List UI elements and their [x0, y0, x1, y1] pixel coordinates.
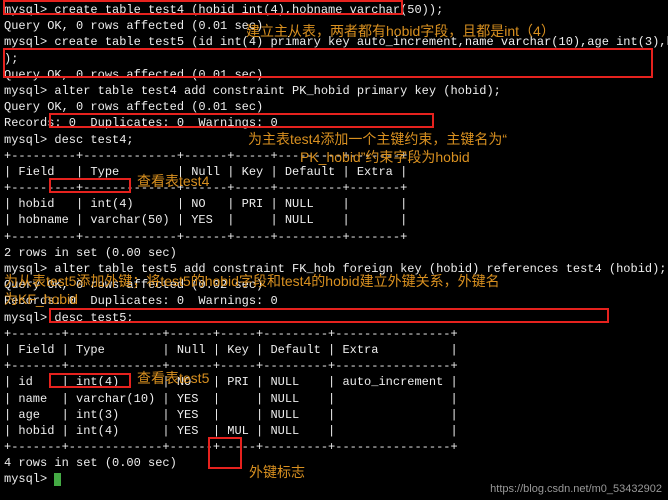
annotation-text: 查看表test5 [137, 369, 209, 388]
terminal-line: | hobid | int(4) | YES | MUL | NULL | | [4, 423, 664, 439]
terminal-line: +-------+-------------+------+-----+----… [4, 326, 664, 342]
terminal-line: 4 rows in set (0.00 sec) [4, 455, 664, 471]
terminal-line: Query OK, 0 rows affected (0.01 sec) [4, 67, 664, 83]
terminal-line: +---------+-------------+------+-----+--… [4, 229, 664, 245]
cursor-icon [54, 473, 61, 486]
terminal-line: | age | int(3) | YES | | NULL | | [4, 407, 664, 423]
annotation-text: 为主表test4添加一个主键约束，主键名为“ [248, 130, 507, 149]
annotation-text: PK_hobid”约束字段为hobid [300, 148, 470, 167]
terminal-line: mysql> desc test5; [4, 310, 664, 326]
annotation-text: 外键标志 [249, 463, 305, 482]
terminal-line: +---------+-------------+------+-----+--… [4, 180, 664, 196]
annotation-text: 为从表test5添加外键；将test5的hobid字段和test4的hobid建… [4, 272, 500, 291]
terminal-line: Query OK, 0 rows affected (0.01 sec) [4, 99, 664, 115]
terminal-line: mysql> alter table test4 add constraint … [4, 83, 664, 99]
terminal-line: | hobname | varchar(50) | YES | | NULL |… [4, 212, 664, 228]
terminal-line: | hobid | int(4) | NO | PRI | NULL | | [4, 196, 664, 212]
terminal-line: mysql> create table test4 (hobid int(4),… [4, 2, 664, 18]
watermark: https://blog.csdn.net/m0_53432902 [490, 482, 662, 497]
terminal-line: | Field | Type | Null | Key | Default | … [4, 342, 664, 358]
terminal-line: | name | varchar(10) | YES | | NULL | | [4, 391, 664, 407]
annotation-text: 建立主从表，两者都有hobid字段，且都是int（4） [246, 22, 555, 41]
terminal-line: | id | int(4) | NO | PRI | NULL | auto_i… [4, 374, 664, 390]
terminal-line: +-------+-------------+------+-----+----… [4, 358, 664, 374]
terminal-line: 2 rows in set (0.00 sec) [4, 245, 664, 261]
annotation-text: 为KF_hobid [4, 290, 78, 309]
terminal-line: ); [4, 51, 664, 67]
terminal-line: Records: 0 Duplicates: 0 Warnings: 0 [4, 293, 664, 309]
annotation-text: 查看表test4 [137, 172, 209, 191]
terminal-line: +-------+-------------+------+-----+----… [4, 439, 664, 455]
